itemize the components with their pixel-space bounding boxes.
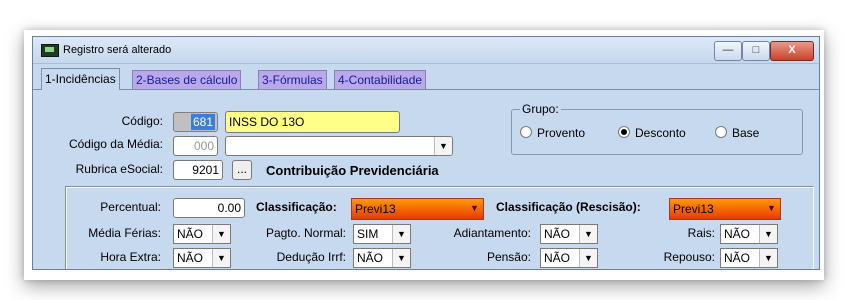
pagto-normal-label: Pagto. Normal: xyxy=(265,226,346,240)
pagto-normal-select[interactable]: SIM ▼ xyxy=(353,224,411,244)
radio-desconto-label: Desconto xyxy=(635,126,686,140)
classificacao-value: Previ13 xyxy=(355,202,396,216)
adiantamento-value: NÃO xyxy=(544,227,571,241)
radio-base-label: Base xyxy=(732,126,760,140)
rais-select[interactable]: NÃO ▼ xyxy=(720,224,778,244)
chevron-down-icon: ▼ xyxy=(470,203,479,213)
chevron-down-icon: ▼ xyxy=(392,225,410,243)
rais-label: Rais: xyxy=(687,226,715,240)
adiantamento-select[interactable]: NÃO ▼ xyxy=(540,224,598,244)
radio-dot-icon xyxy=(715,126,727,138)
chevron-down-icon: ▼ xyxy=(579,249,597,267)
classificacao-rescisao-value: Previ13 xyxy=(673,202,714,216)
chevron-down-icon: ▼ xyxy=(392,249,410,267)
chevron-down-icon: ▼ xyxy=(212,225,230,243)
radio-desconto[interactable]: Desconto xyxy=(618,126,686,140)
chevron-down-icon: ▼ xyxy=(579,225,597,243)
radio-base[interactable]: Base xyxy=(715,126,759,140)
deducao-irrf-label: Dedução Irrf: xyxy=(276,250,346,264)
title-bar[interactable]: Registro será alterado — □ X xyxy=(33,37,819,64)
pensao-value: NÃO xyxy=(544,251,571,265)
codigo-media-field[interactable]: 000 xyxy=(173,136,218,156)
close-button[interactable]: X xyxy=(770,41,814,61)
tab-bases-de-calculo[interactable]: 2-Bases de cálculo xyxy=(132,70,242,89)
rubrica-label: Rubrica eSocial: xyxy=(75,162,163,176)
classificacao-select[interactable]: Previ13 ▼ xyxy=(351,198,484,220)
rubrica-description: Contribuição Previdenciária xyxy=(266,163,439,178)
deducao-irrf-select[interactable]: NÃO ▼ xyxy=(353,248,411,268)
percentual-label: Percentual: xyxy=(100,200,161,214)
grupo-groupbox: Grupo: Provento Desconto Base xyxy=(511,102,803,155)
pensao-select[interactable]: NÃO ▼ xyxy=(540,248,598,268)
media-ferias-value: NÃO xyxy=(177,227,204,241)
classificacao-label: Classificação: xyxy=(256,200,337,214)
chevron-down-icon: ▼ xyxy=(434,137,452,155)
pensao-label: Pensão: xyxy=(486,250,531,264)
grupo-legend: Grupo: xyxy=(520,102,561,116)
hora-extra-select[interactable]: NÃO ▼ xyxy=(173,248,231,268)
chevron-down-icon: ▼ xyxy=(759,249,777,267)
rais-value: NÃO xyxy=(724,227,751,241)
tab-contabilidade[interactable]: 4-Contabilidade xyxy=(334,70,427,89)
media-ferias-label: Média Férias: xyxy=(88,226,161,240)
maximize-button[interactable]: □ xyxy=(742,41,770,61)
hora-extra-value: NÃO xyxy=(177,251,204,265)
minimize-button[interactable]: — xyxy=(714,41,742,61)
radio-dot-icon xyxy=(520,126,532,138)
codigo-value: 681 xyxy=(190,114,215,130)
codigo-field[interactable]: 681 xyxy=(173,112,218,132)
chevron-down-icon: ▼ xyxy=(767,203,776,213)
adiantamento-label: Adiantamento: xyxy=(453,226,531,240)
rubrica-lookup-button[interactable]: ... xyxy=(232,160,252,180)
percentual-field[interactable]: 0.00 xyxy=(173,198,245,218)
rubrica-field[interactable]: 9201 xyxy=(173,160,223,180)
chevron-down-icon: ▼ xyxy=(759,225,777,243)
repouso-value: NÃO xyxy=(724,251,751,265)
repouso-label: Repouso: xyxy=(663,250,715,264)
radio-provento[interactable]: Provento xyxy=(520,126,585,140)
tab-incidencias[interactable]: 1-Incidências xyxy=(41,68,120,90)
repouso-select[interactable]: NÃO ▼ xyxy=(720,248,778,268)
tab-formulas[interactable]: 3-Fórmulas xyxy=(258,70,327,89)
descricao-field[interactable]: INSS DO 13O xyxy=(225,111,400,133)
deducao-irrf-value: NÃO xyxy=(357,251,384,265)
chevron-down-icon: ▼ xyxy=(212,249,230,267)
edit-record-window: Registro será alterado — □ X 1-Incidênci… xyxy=(32,36,820,270)
codigo-media-select[interactable]: ▼ xyxy=(225,136,453,156)
window-title: Registro será alterado xyxy=(63,44,172,56)
app-icon xyxy=(41,44,59,57)
media-ferias-select[interactable]: NÃO ▼ xyxy=(173,224,231,244)
classificacao-rescisao-select[interactable]: Previ13 ▼ xyxy=(669,198,781,220)
tab-divider xyxy=(33,89,819,90)
pagto-normal-value: SIM xyxy=(357,227,379,241)
codigo-label: Código: xyxy=(121,114,163,128)
codigo-media-label: Código da Média: xyxy=(68,137,163,151)
radio-provento-label: Provento xyxy=(537,126,586,140)
hora-extra-label: Hora Extra: xyxy=(100,250,161,264)
radio-dot-selected-icon xyxy=(618,126,630,138)
classificacao-rescisao-label: Classificação (Rescisão): xyxy=(496,200,641,214)
